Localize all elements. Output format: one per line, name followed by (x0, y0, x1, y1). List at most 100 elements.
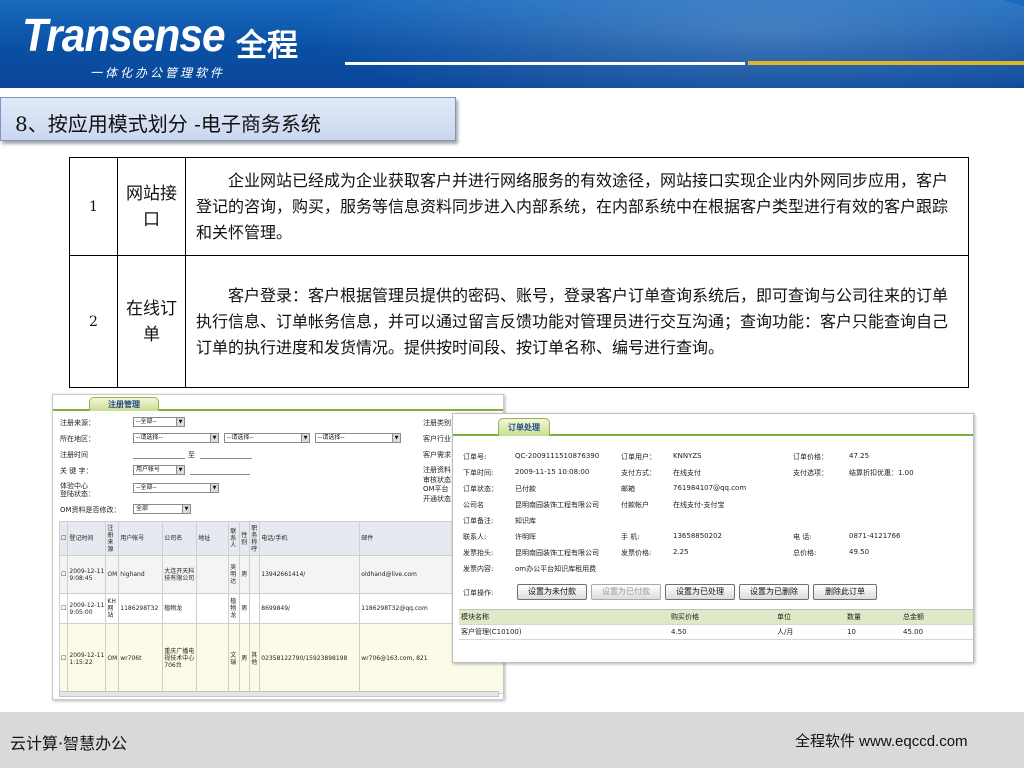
field-label: 邮箱 (621, 485, 635, 493)
col-header: 注册来源 (105, 521, 120, 556)
om-changed-value: 全部 (136, 505, 149, 512)
set-unpaid-button[interactable]: 设置为未付款 (517, 584, 587, 600)
field-label: 手 机: (621, 533, 640, 541)
col-header: 地址 (196, 521, 230, 556)
cell (249, 555, 261, 594)
field-label: 发票价格: (621, 549, 652, 557)
payment-option: 结算折扣优惠：1.00 (849, 469, 914, 477)
set-processed-button[interactable]: 设置为已处理 (665, 584, 735, 600)
tab-registration[interactable]: 注册管理 (89, 397, 159, 411)
row-feature-name: 在线订单 (117, 255, 186, 388)
order-number: QC-2009111510876390 (515, 452, 600, 460)
cell (196, 555, 230, 594)
table-row: 1 网站接口 企业网站已经成为企业获取客户并进行网络服务的有效途径，网站接口实现… (69, 157, 969, 256)
source-select[interactable]: --全部-- ▼ (133, 417, 185, 427)
field-label: 订单价格： (793, 453, 828, 461)
cell: 2009-12-11 9:05:00 (67, 593, 107, 624)
cell: 重庆广播电视技术中心706台 (162, 623, 198, 694)
select-all-checkbox[interactable]: ☐ (61, 535, 66, 542)
contact-person: 许明晖 (515, 533, 536, 541)
cell: 2009-12-11 1:15:22 (67, 623, 107, 694)
col-header: 公司名 (162, 521, 198, 556)
cell: OM (105, 555, 120, 594)
chevron-down-icon: ▼ (176, 418, 184, 426)
col-header: 电话/手机 (259, 521, 361, 556)
cell: 植物龙 (228, 593, 241, 624)
col-header: 登记时间 (67, 521, 107, 556)
time-to-input[interactable] (200, 449, 252, 459)
col-header: 联系人 (228, 521, 241, 556)
feature-table: 1 网站接口 企业网站已经成为企业获取客户并进行网络服务的有效途径，网站接口实现… (69, 157, 969, 388)
mobile: 13658850202 (673, 532, 722, 540)
row-number: 2 (69, 255, 118, 388)
center-select[interactable]: --全部-- ▼ (133, 483, 219, 493)
keyword-field-select[interactable]: 用户帐号 ▼ (133, 465, 185, 475)
field-label: 联系人: (463, 533, 487, 541)
row-feature-name: 网站接口 (117, 157, 186, 256)
district-select[interactable]: --请选择-- ▼ (315, 433, 401, 443)
right-label: 客户行业 (423, 435, 451, 443)
field-label: 订单状态： (463, 485, 498, 493)
table-row[interactable]: ☐ 2009-12-11 9:08:45 OM highand 大连开天科技有限… (58, 555, 503, 594)
delete-order-button[interactable]: 删除此订单 (813, 584, 877, 600)
cell: 男 (239, 593, 251, 624)
col-header: 用户帐号 (118, 521, 164, 556)
right-label: OM平台开通状态 (423, 485, 451, 503)
chevron-down-icon: ▼ (392, 434, 400, 442)
select-all-cell: ☐ (58, 521, 69, 556)
cell: 10 (845, 624, 901, 640)
cell: 男 (239, 555, 251, 594)
table-row[interactable]: ☐ 2009-12-11 1:15:22 OM wr706t 重庆广播电视技术中… (58, 623, 503, 694)
field-label: 付款帐户 (621, 501, 649, 509)
tab-order-processing[interactable]: 订单处理 (498, 418, 550, 436)
page-number: 20 (64, 738, 78, 751)
chevron-down-icon: ▼ (176, 466, 184, 474)
col-header: 职务称呼 (249, 521, 261, 556)
slide-title: 8、按应用模式划分 -电子商务系统 (0, 97, 456, 141)
col-header: 总金额 (901, 609, 973, 625)
table-row[interactable]: ☐ 2009-12-11 9:05:00 KH网站 1186298T32 植物龙… (58, 593, 503, 624)
district-value: --请选择-- (318, 434, 345, 441)
cell: KH网站 (105, 593, 120, 624)
col-header: 购买价格 (669, 609, 775, 625)
chevron-down-icon: ▼ (182, 505, 190, 513)
city-value: --请选择-- (227, 434, 254, 441)
keyword-input[interactable] (190, 465, 250, 475)
invoice-content: om办公平台知识库租用费 (515, 565, 597, 573)
order-tab-bar: 订单处理 (453, 414, 973, 436)
field-label: 支付选项： (793, 469, 828, 477)
row-checkbox[interactable]: ☐ (61, 655, 66, 662)
field-label: 支付方式： (621, 469, 656, 477)
row-checkbox[interactable]: ☐ (61, 605, 66, 612)
province-select[interactable]: --请选择-- ▼ (133, 433, 219, 443)
order-time: 2009-11-15 10:08:00 (515, 468, 590, 476)
region-label: 所在地区： (60, 435, 95, 443)
horizontal-scrollbar[interactable] (59, 691, 499, 697)
brand-logo-cn: 全程 (236, 28, 298, 64)
cell: highand (118, 555, 164, 594)
cell: 人/月 (775, 624, 845, 640)
city-select[interactable]: --请选择-- ▼ (224, 433, 310, 443)
field-label: 订单号: (463, 453, 487, 461)
registration-grid: ☐ 登记时间 注册来源 用户帐号 公司名 地址 联系人 性别 职务称呼 电话/手… (58, 521, 503, 694)
field-label: 订单操作: (463, 589, 494, 597)
chevron-down-icon: ▼ (301, 434, 309, 442)
chevron-down-icon: ▼ (210, 434, 218, 442)
set-deleted-button[interactable]: 设置为已删除 (739, 584, 809, 600)
cell: 45.00 (901, 624, 973, 640)
invoice-price: 2.25 (673, 548, 689, 556)
keyword-field-value: 用户帐号 (136, 466, 161, 473)
cell: 8699849/ (259, 593, 361, 624)
col-header: 数量 (845, 609, 901, 625)
payment-method: 在线支付 (673, 469, 701, 477)
field-label: 公司名 (463, 501, 484, 509)
time-from-input[interactable] (133, 449, 185, 459)
row-check-cell: ☐ (58, 623, 69, 694)
row-checkbox[interactable]: ☐ (61, 571, 66, 578)
set-paid-button[interactable]: 设置为已付款 (591, 584, 661, 600)
cell (196, 593, 230, 624)
om-changed-select[interactable]: 全部 ▼ (133, 504, 191, 514)
table-row[interactable]: 客户管理(C10100) 4.50 人/月 10 45.00 (459, 624, 973, 640)
field-label: 发票抬头: (463, 549, 494, 557)
row-description: 客户登录：客户根据管理员提供的密码、账号，登录客户订单查询系统后，即可查询与公司… (185, 255, 969, 388)
